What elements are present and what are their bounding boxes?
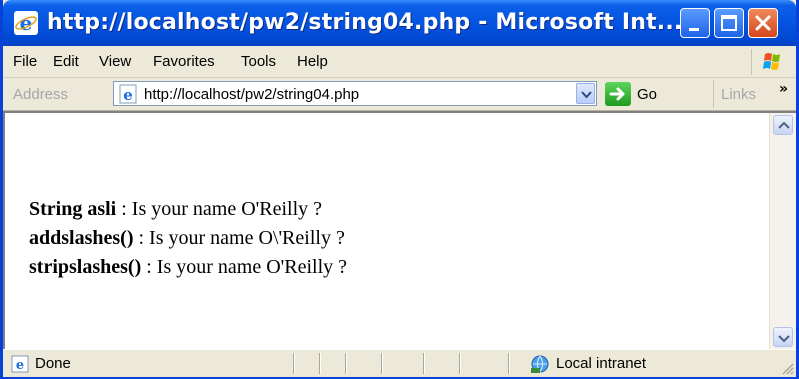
maximize-button[interactable] — [714, 8, 744, 38]
menu-view-label: View — [99, 53, 132, 70]
title-bar[interactable]: e http://localhost/pw2/string04.php - Mi… — [3, 0, 796, 46]
menu-favorites[interactable]: Favorites — [153, 53, 215, 70]
address-url: http://localhost/pw2/string04.php — [144, 86, 360, 103]
menu-file[interactable]: File — [13, 53, 37, 70]
status-divider — [423, 353, 425, 374]
minimize-button[interactable] — [680, 8, 710, 38]
links-separator — [713, 80, 714, 108]
close-icon — [755, 15, 771, 31]
links-chevron[interactable]: » — [779, 81, 788, 97]
menu-view[interactable]: View — [99, 53, 131, 70]
go-label[interactable]: Go — [637, 86, 657, 103]
svg-text:e: e — [123, 86, 133, 104]
menu-help[interactable]: Help — [297, 53, 328, 70]
menu-bar: File Edit View Favorites Tools Help — [3, 46, 796, 78]
line-value: : Is your name O'Reilly ? — [116, 198, 323, 220]
vertical-scrollbar[interactable] — [769, 113, 796, 349]
ie-page-icon: e — [119, 84, 137, 104]
menu-favorites-label: Favorites — [153, 53, 215, 70]
svg-text:e: e — [16, 358, 24, 373]
chevron-down-icon — [581, 91, 592, 99]
menu-edit-label: Edit — [53, 53, 79, 70]
svg-text:e: e — [20, 11, 33, 35]
address-label: Address — [13, 86, 69, 103]
address-dropdown-button[interactable] — [576, 83, 595, 104]
scroll-up-button[interactable] — [773, 115, 793, 135]
result-line: stripslashes() : Is your name O'Reilly ? — [29, 253, 347, 282]
windows-logo-icon — [751, 49, 792, 75]
content-text: String asli : Is your name O'Reilly ? ad… — [29, 195, 347, 282]
status-divider — [459, 353, 461, 374]
close-button[interactable] — [748, 8, 778, 38]
chevron-up-icon — [778, 121, 790, 129]
status-divider — [381, 353, 383, 374]
menu-tools-label: Tools — [241, 53, 277, 70]
go-button[interactable] — [605, 82, 631, 106]
line-value: : Is your name O'Reilly ? — [141, 256, 348, 278]
maximize-icon — [721, 15, 737, 31]
ie-icon: e — [14, 11, 38, 35]
line-value: : Is your name O\'Reilly ? — [133, 227, 345, 249]
status-divider — [345, 353, 347, 374]
local-intranet-icon — [531, 355, 549, 373]
address-bar: Address e http://localhost/pw2/string04.… — [3, 78, 796, 111]
status-bar: e Done Local intranet — [3, 349, 796, 377]
resize-grip-icon[interactable] — [780, 361, 794, 375]
result-line: String asli : Is your name O'Reilly ? — [29, 195, 347, 224]
status-divider — [319, 353, 321, 374]
chevron-down-icon — [778, 335, 790, 343]
line-label: String asli — [29, 198, 117, 220]
line-label: addslashes() — [29, 227, 134, 249]
menu-help-label: Help — [297, 53, 328, 70]
links-label[interactable]: Links — [721, 86, 756, 103]
ie-page-icon: e — [11, 355, 29, 373]
status-divider — [508, 353, 510, 374]
window-title: http://localhost/pw2/string04.php - Micr… — [47, 10, 683, 35]
address-input[interactable]: e http://localhost/pw2/string04.php — [113, 81, 597, 106]
minimize-icon — [689, 28, 699, 31]
browser-window: e http://localhost/pw2/string04.php - Mi… — [0, 0, 799, 379]
status-text: Done — [35, 355, 71, 372]
result-line: addslashes() : Is your name O\'Reilly ? — [29, 224, 347, 253]
go-arrow-icon — [609, 87, 625, 101]
menu-edit[interactable]: Edit — [53, 53, 79, 70]
page-content: String asli : Is your name O'Reilly ? ad… — [3, 111, 796, 349]
scroll-down-button[interactable] — [773, 327, 793, 347]
security-zone-text: Local intranet — [556, 355, 647, 372]
menu-file-label: File — [13, 53, 38, 70]
menu-tools[interactable]: Tools — [241, 53, 276, 70]
status-divider — [293, 353, 295, 374]
line-label: stripslashes() — [29, 256, 142, 278]
